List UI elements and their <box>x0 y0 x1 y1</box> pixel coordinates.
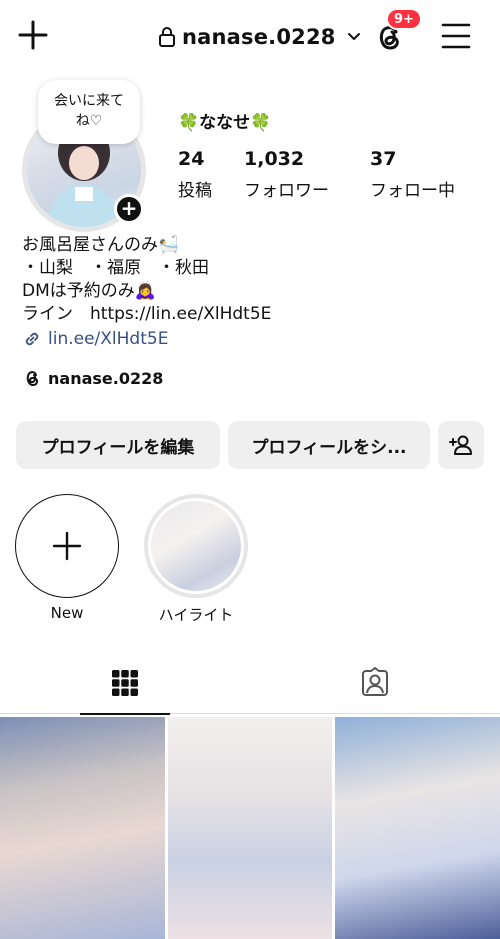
highlight-new-circle[interactable] <box>15 494 119 598</box>
stat-posts-label: 投稿 <box>178 181 212 201</box>
header-username: nanase.0228 <box>182 25 336 49</box>
discover-people-button[interactable] <box>438 421 484 469</box>
display-name: 🍀ななせ🍀 <box>178 113 272 133</box>
edit-profile-button[interactable]: プロフィールを編集 <box>16 421 220 469</box>
tab-posts-grid[interactable] <box>80 652 170 715</box>
highlight-photo <box>151 501 241 591</box>
threads-handle: nanase.0228 <box>48 368 164 388</box>
stat-following[interactable]: 37 フォロー中 <box>370 148 455 201</box>
stat-following-count: 37 <box>370 148 397 170</box>
top-bar: nanase.0228 9+ <box>0 0 500 72</box>
stat-followers-label: フォロワー <box>244 181 329 201</box>
post-thumbnail[interactable] <box>335 717 500 939</box>
highlight-item[interactable]: ハイライト <box>144 494 248 625</box>
threads-icon <box>26 371 38 387</box>
threads-badge[interactable]: nanase.0228 <box>22 368 163 388</box>
post-thumbnail[interactable] <box>167 717 333 939</box>
posts-grid <box>0 717 500 939</box>
share-profile-button[interactable]: プロフィールをシ... <box>228 421 430 469</box>
create-plus-icon[interactable] <box>16 18 50 52</box>
highlight-label: New <box>50 604 84 622</box>
grid-icon <box>112 669 138 696</box>
stat-followers[interactable]: 1,032 フォロワー <box>244 148 329 201</box>
note-bubble[interactable]: 会いに来て ね♡ <box>38 80 140 144</box>
stat-posts-count: 24 <box>178 148 205 170</box>
tab-tagged[interactable] <box>330 652 420 714</box>
add-person-icon <box>449 435 472 455</box>
bio: お風呂屋さんのみ🛀 ・山梨 ・福原 ・秋田 DMは予約のみ🙇‍♀️ ライン ht… <box>22 234 482 326</box>
bio-link-text[interactable]: lin.ee/XlHdt5E <box>48 329 168 349</box>
bio-line: DMは予約のみ🙇‍♀️ <box>22 281 156 301</box>
bio-line: お風呂屋さんのみ🛀 <box>22 235 180 255</box>
tagged-icon <box>362 667 388 696</box>
stat-posts[interactable]: 24 投稿 <box>178 148 212 201</box>
account-switcher[interactable]: nanase.0228 <box>158 20 362 54</box>
notification-badge: 9+ <box>386 8 422 30</box>
bio-line: ・山梨 ・福原 ・秋田 <box>22 258 209 278</box>
post-thumbnail[interactable] <box>0 717 165 939</box>
profile-tabs <box>0 652 500 715</box>
plus-icon <box>52 531 82 561</box>
link-icon <box>25 332 39 346</box>
menu-icon[interactable] <box>440 20 472 52</box>
lock-icon <box>159 27 175 47</box>
highlight-new[interactable]: New <box>15 494 119 622</box>
note-text: 会いに来て ね♡ <box>54 93 124 129</box>
bio-link[interactable]: lin.ee/XlHdt5E <box>22 329 168 349</box>
chevron-down-icon <box>347 33 360 40</box>
stat-followers-count: 1,032 <box>244 148 305 170</box>
highlight-cover[interactable] <box>144 494 248 598</box>
highlight-label: ハイライト <box>158 606 234 624</box>
stat-following-label: フォロー中 <box>370 181 455 201</box>
bio-line: ライン https://lin.ee/XlHdt5E <box>22 304 272 324</box>
add-story-plus-icon[interactable]: + <box>114 194 144 224</box>
